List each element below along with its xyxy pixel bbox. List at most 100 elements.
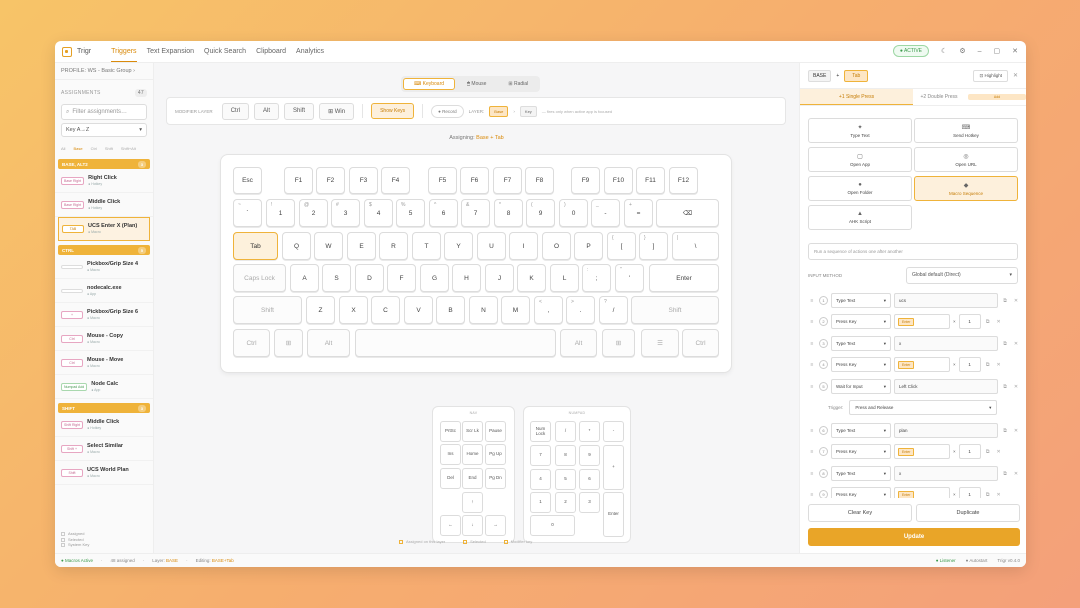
list-item[interactable]: Ctrl Mouse - Move ● Macro [55,351,153,375]
key-[interactable]: | \ [672,232,719,260]
numpad-key[interactable]: 6 [579,469,600,490]
step-quantity[interactable]: 1 [958,357,981,372]
delete-icon[interactable]: ✕ [1012,428,1020,434]
key-f6[interactable]: F6 [460,167,489,194]
step-type-select[interactable]: Type Text ▾ [831,423,891,438]
delete-icon[interactable]: ✕ [995,492,1003,498]
step-quantity[interactable]: 1 [958,487,981,498]
key-space[interactable] [355,329,556,357]
list-item[interactable]: Ctrl Mouse - Copy ● Macro [55,327,153,351]
key-f3[interactable]: F3 [349,167,378,194]
key-f1[interactable]: F1 [284,167,313,194]
copy-icon[interactable]: ⧉ [1001,298,1009,304]
duplicate-button[interactable]: Duplicate [916,504,1020,522]
key-z[interactable]: Z [306,296,335,324]
mode-tab-1[interactable]: 🖱 Mouse [457,78,496,90]
group-header[interactable]: SHIFT 3 [58,403,150,413]
drag-handle-icon[interactable]: ≡ [808,362,816,368]
layer-tab-ctrl[interactable]: Ctrl [91,146,97,151]
layer-base-chip[interactable]: Base [489,105,509,117]
delete-icon[interactable]: ✕ [1012,298,1020,304]
list-item[interactable]: TAB UCS Enter X (Plan) ● Macro [58,217,150,241]
nav-key[interactable]: ↑ [462,492,483,513]
key-b[interactable]: B [436,296,465,324]
numpad-key[interactable]: Num Lock [530,421,551,442]
numpad-key[interactable]: 0 [530,515,575,536]
key-[interactable]: ~ ` [233,199,262,227]
nav-key[interactable]: Pg Dn [485,468,506,489]
step-key-capture[interactable]: Enter [894,357,950,372]
highlight-button[interactable]: ⊡ Highlight [973,69,1008,82]
key-[interactable]: }] [639,232,668,260]
maximize-icon[interactable]: ▢ [994,47,1001,55]
list-item[interactable]: nodecalc.exe ● App [55,279,153,303]
key-g[interactable]: G [420,264,449,292]
group-header[interactable]: BASE, ALT2 3 [58,159,150,169]
step-value[interactable]: x [894,336,998,351]
numpad-key[interactable]: 1 [530,492,551,513]
action-open-folder[interactable]: ● Open Folder [808,176,912,201]
key-9[interactable]: (9 [526,199,555,227]
numpad-key[interactable]: 5 [555,469,576,490]
step-type-select[interactable]: Type Text ▾ [831,466,891,481]
key-[interactable]: _ - [591,199,620,227]
action-open-app[interactable]: ▢ Open App [808,147,912,172]
numpad-key[interactable]: 4 [530,469,551,490]
list-item[interactable]: Base Right Middle Click ● Hotkey [55,193,153,217]
key-a[interactable]: A [290,264,319,292]
trigger-select[interactable]: Press and Release ▾ [849,400,998,415]
nav-key[interactable]: Ins [440,444,461,465]
key-shift[interactable]: Shift [233,296,302,324]
step-type-select[interactable]: Press Key ▾ [831,487,891,498]
list-item[interactable]: Numpad Add Node Calc ● App [55,375,153,399]
key-f7[interactable]: F7 [493,167,522,194]
key-[interactable]: ⊞ [602,329,635,357]
action-type-text[interactable]: ✦ Type Text [808,118,912,143]
delete-icon[interactable]: ✕ [1012,471,1020,477]
step-value[interactable]: ucs [894,293,998,308]
nav-key[interactable]: Scr Lk [462,421,483,442]
key-[interactable]: ? / [599,296,628,324]
numpad-key[interactable]: * [579,421,600,442]
key-f9[interactable]: F9 [571,167,600,194]
nav-key[interactable]: Del [440,468,461,489]
copy-icon[interactable]: ⧉ [1001,471,1009,477]
step-type-select[interactable]: Wait for Input ▾ [831,379,891,394]
key-7[interactable]: & 7 [461,199,490,227]
numpad-key[interactable]: 2 [555,492,576,513]
key-f[interactable]: F [387,264,416,292]
key-[interactable]: ☰ [641,329,679,357]
mode-tab-0[interactable]: ⌨ Keyboard [403,78,456,90]
sort-select[interactable]: Key A→Z ▾ [61,123,147,137]
drag-handle-icon[interactable]: ≡ [808,449,816,455]
nav-key[interactable]: → [485,515,506,536]
action-send-hotkey[interactable]: ⌨ Send Hotkey [914,118,1018,143]
nav-tab-quick-search[interactable]: Quick Search [204,42,246,62]
nav-key[interactable]: Home [462,444,483,465]
delete-icon[interactable]: ✕ [995,362,1003,368]
active-status-badge[interactable]: ● ACTIVE [892,45,930,57]
key-k[interactable]: K [517,264,546,292]
layer-key-chip[interactable]: Key [519,105,537,117]
step-type-select[interactable]: Type Text ▾ [831,336,891,351]
key-v[interactable]: V [404,296,433,324]
theme-moon-icon[interactable]: ☾ [941,47,947,55]
key-[interactable]: + = [624,199,653,227]
numpad-key[interactable]: 7 [530,445,551,466]
minimize-icon[interactable]: – [978,48,982,55]
key-2[interactable]: @2 [299,199,328,227]
key-s[interactable]: S [322,264,351,292]
drag-handle-icon[interactable]: ≡ [808,428,816,434]
delete-icon[interactable]: ✕ [1012,341,1020,347]
step-quantity[interactable]: 1 [958,314,981,329]
step-type-select[interactable]: Press Key ▾ [831,357,891,372]
nav-tab-triggers[interactable]: Triggers [111,42,137,62]
key-tab[interactable]: Tab [233,232,278,260]
key-f8[interactable]: F8 [525,167,554,194]
key-f10[interactable]: F10 [604,167,633,194]
modifier-0[interactable]: Ctrl [221,102,250,120]
drag-handle-icon[interactable]: ≡ [808,341,816,347]
numpad-key[interactable]: Enter [603,492,624,537]
copy-icon[interactable]: ⧉ [1001,384,1009,390]
delete-icon[interactable]: ✕ [995,449,1003,455]
